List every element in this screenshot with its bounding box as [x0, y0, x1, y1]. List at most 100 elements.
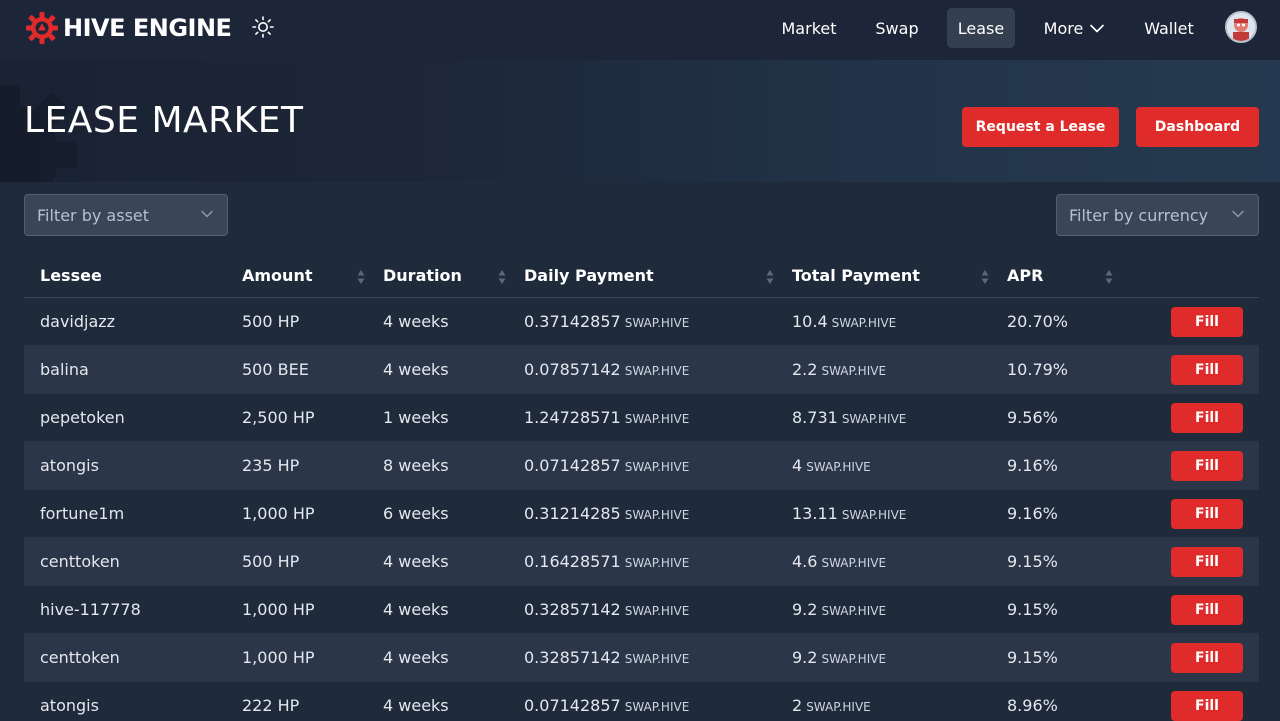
daily-value: 0.07142857 — [524, 696, 621, 715]
page-title: LEASE MARKET — [24, 100, 304, 141]
hive-engine-logo-icon — [26, 12, 58, 44]
daily-value: 0.32857142 — [524, 648, 621, 667]
cell-total-payment: 4 SWAP.HIVE — [792, 456, 871, 475]
user-avatar[interactable] — [1225, 11, 1257, 43]
cell-daily-payment: 0.37142857 SWAP.HIVE — [524, 312, 689, 331]
cell-daily-payment: 0.32857142 SWAP.HIVE — [524, 600, 689, 619]
cell-lessee[interactable]: balina — [40, 360, 89, 379]
nav-lease[interactable]: Lease — [947, 8, 1015, 48]
sort-icon[interactable] — [357, 269, 365, 285]
total-value: 2 — [792, 696, 803, 715]
cell-daily-payment: 0.31214285 SWAP.HIVE — [524, 504, 689, 523]
brand-name: HIVE ENGINE — [63, 14, 232, 42]
cell-total-payment: 2.2 SWAP.HIVE — [792, 360, 886, 379]
cell-duration: 8 weeks — [383, 456, 449, 475]
nav-swap[interactable]: Swap — [864, 8, 930, 48]
daily-value: 0.07142857 — [524, 456, 621, 475]
total-currency: SWAP.HIVE — [821, 652, 887, 666]
cell-amount: 222 HP — [242, 696, 300, 715]
cell-amount: 1,000 HP — [242, 504, 315, 523]
cell-apr: 9.16% — [1007, 456, 1058, 475]
cell-lessee[interactable]: davidjazz — [40, 312, 115, 331]
sun-icon[interactable] — [251, 15, 275, 39]
daily-currency: SWAP.HIVE — [624, 508, 690, 522]
column-duration[interactable]: Duration — [383, 266, 462, 285]
total-value: 4.6 — [792, 552, 818, 571]
column-amount[interactable]: Amount — [242, 266, 312, 285]
filter-by-asset-select[interactable]: Filter by asset — [24, 194, 228, 236]
sort-icon[interactable] — [981, 269, 989, 285]
nav-lease-label: Lease — [957, 18, 1005, 38]
cell-amount: 500 HP — [242, 552, 300, 571]
brand-logo[interactable]: HIVE ENGINE — [25, 10, 232, 46]
column-daily-payment[interactable]: Daily Payment — [524, 266, 654, 285]
cell-daily-payment: 0.16428571 SWAP.HIVE — [524, 552, 689, 571]
cell-apr: 10.79% — [1007, 360, 1069, 379]
nav-swap-label: Swap — [875, 18, 919, 38]
cell-daily-payment: 0.07142857 SWAP.HIVE — [524, 456, 689, 475]
sort-icon[interactable] — [766, 269, 774, 285]
cell-total-payment: 8.731 SWAP.HIVE — [792, 408, 906, 427]
cell-apr: 9.16% — [1007, 504, 1058, 523]
fill-button[interactable]: Fill — [1171, 499, 1243, 529]
daily-currency: SWAP.HIVE — [624, 556, 690, 570]
cell-lessee[interactable]: hive-117778 — [40, 600, 141, 619]
cell-daily-payment: 0.07142857 SWAP.HIVE — [524, 696, 689, 715]
page-hero: LEASE MARKET Request a Lease Dashboard — [0, 60, 1280, 182]
cell-apr: 20.70% — [1007, 312, 1069, 331]
total-currency: SWAP.HIVE — [806, 700, 871, 714]
cell-total-payment: 9.2 SWAP.HIVE — [792, 648, 886, 667]
column-apr[interactable]: APR — [1007, 266, 1043, 285]
cell-apr: 9.56% — [1007, 408, 1058, 427]
cell-total-payment: 4.6 SWAP.HIVE — [792, 552, 886, 571]
filter-asset-placeholder: Filter by asset — [37, 205, 150, 225]
cell-total-payment: 2 SWAP.HIVE — [792, 696, 871, 715]
cell-duration: 4 weeks — [383, 360, 449, 379]
nav-market[interactable]: Market — [772, 8, 846, 48]
cell-amount: 1,000 HP — [242, 600, 315, 619]
sort-icon[interactable] — [1105, 269, 1113, 285]
total-value: 2.2 — [792, 360, 818, 379]
cell-lessee[interactable]: fortune1m — [40, 504, 124, 523]
total-value: 9.2 — [792, 648, 818, 667]
cell-duration: 6 weeks — [383, 504, 449, 523]
avatar-icon — [1227, 13, 1255, 41]
cell-lessee[interactable]: atongis — [40, 456, 99, 475]
cell-amount: 500 BEE — [242, 360, 309, 379]
fill-button[interactable]: Fill — [1171, 451, 1243, 481]
dashboard-button[interactable]: Dashboard — [1136, 107, 1259, 147]
fill-button[interactable]: Fill — [1171, 307, 1243, 337]
table-row: davidjazz 500 HP 4 weeks 0.37142857 SWAP.… — [24, 298, 1259, 346]
cell-lessee[interactable]: atongis — [40, 696, 99, 715]
total-currency: SWAP.HIVE — [821, 604, 887, 618]
chevron-down-icon — [1232, 210, 1244, 218]
fill-button[interactable]: Fill — [1171, 643, 1243, 673]
nav-wallet[interactable]: Wallet — [1130, 8, 1208, 48]
table-row: fortune1m 1,000 HP 6 weeks 0.31214285 SWA… — [24, 490, 1259, 538]
filter-by-currency-select[interactable]: Filter by currency — [1056, 194, 1259, 236]
cell-daily-payment: 0.32857142 SWAP.HIVE — [524, 648, 689, 667]
fill-button[interactable]: Fill — [1171, 691, 1243, 721]
daily-currency: SWAP.HIVE — [624, 700, 690, 714]
total-currency: SWAP.HIVE — [821, 364, 887, 378]
cell-total-payment: 13.11 SWAP.HIVE — [792, 504, 906, 523]
fill-button[interactable]: Fill — [1171, 355, 1243, 385]
nav-more-label: More — [1043, 18, 1084, 38]
column-lessee[interactable]: Lessee — [40, 266, 102, 285]
cell-lessee[interactable]: centtoken — [40, 648, 120, 667]
nav-more[interactable]: More — [1032, 8, 1116, 48]
cell-lessee[interactable]: pepetoken — [40, 408, 125, 427]
request-lease-button[interactable]: Request a Lease — [962, 107, 1119, 147]
column-total-payment[interactable]: Total Payment — [792, 266, 920, 285]
fill-button[interactable]: Fill — [1171, 403, 1243, 433]
daily-value: 0.32857142 — [524, 600, 621, 619]
fill-button[interactable]: Fill — [1171, 547, 1243, 577]
daily-currency: SWAP.HIVE — [624, 364, 690, 378]
fill-button[interactable]: Fill — [1171, 595, 1243, 625]
table-header: Lessee Amount Duration Daily Payment Tot… — [24, 256, 1259, 298]
table-row: atongis 235 HP 8 weeks 0.07142857 SWAP.HI… — [24, 442, 1259, 490]
sort-icon[interactable] — [498, 269, 506, 285]
cell-lessee[interactable]: centtoken — [40, 552, 120, 571]
table-row: balina 500 BEE 4 weeks 0.07857142 SWAP.HI… — [24, 346, 1259, 394]
cell-duration: 4 weeks — [383, 648, 449, 667]
